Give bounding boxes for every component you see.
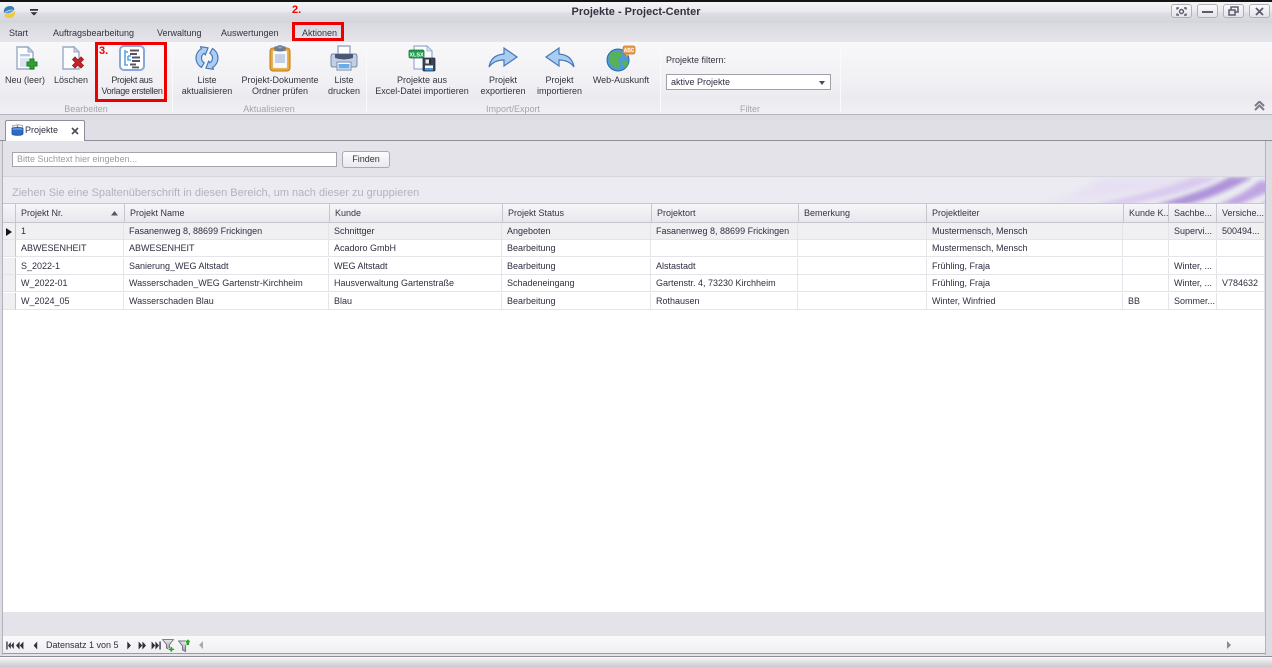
svg-text:XLSX: XLSX	[409, 53, 424, 59]
svg-text:ABC: ABC	[624, 48, 635, 54]
